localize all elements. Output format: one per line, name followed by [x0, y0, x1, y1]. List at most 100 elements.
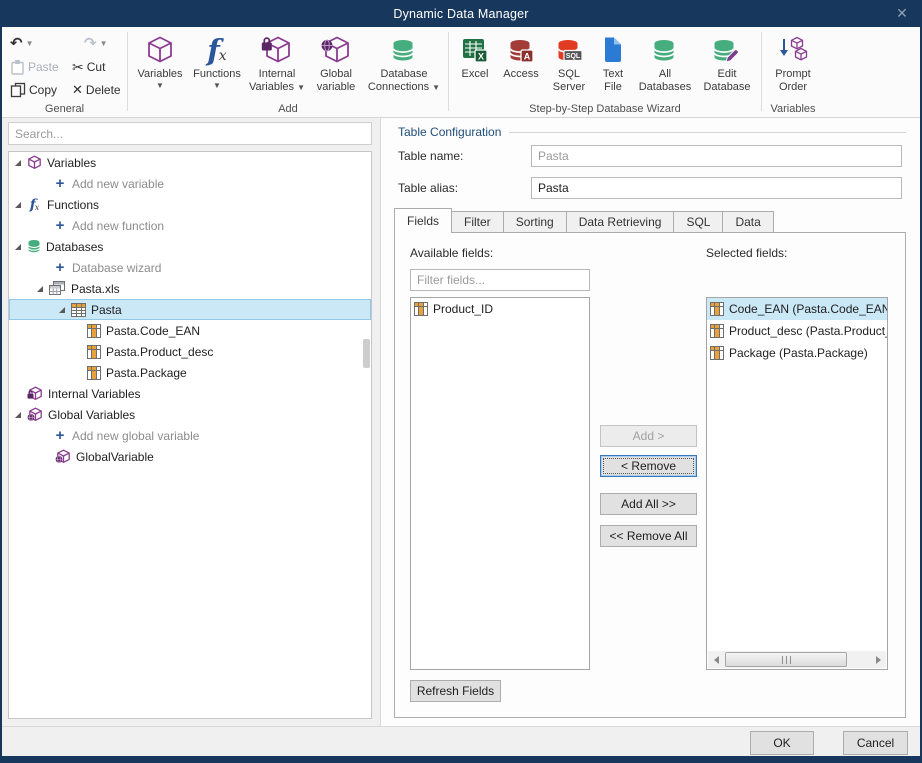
ribbon-sql-server-button[interactable]: SQL SQL Server [545, 33, 593, 94]
cancel-button[interactable]: Cancel [843, 731, 908, 755]
footer-bar: OK Cancel [2, 726, 920, 756]
database-icon [27, 239, 41, 254]
tree-item-functions[interactable]: fx Functions [9, 194, 371, 215]
ribbon-prompt-order-button[interactable]: Prompt Order [766, 33, 820, 94]
tree-item-add-new-variable[interactable]: + Add new variable [9, 173, 371, 194]
field-column-icon [87, 366, 101, 380]
scrollbar-grip [782, 656, 791, 664]
tree-item-database-wizard[interactable]: + Database wizard [9, 257, 371, 278]
field-column-icon [87, 345, 101, 359]
ribbon-group-wizard: X Excel A Access [449, 27, 761, 117]
available-fields-list: Product_ID [410, 297, 590, 670]
tree-item-pasta-code-ean[interactable]: Pasta.Code_EAN [9, 320, 371, 341]
ribbon-group-add: Variables ▼ fx Functions ▼ [128, 27, 448, 117]
filter-fields-input[interactable] [410, 269, 590, 291]
search-input[interactable] [8, 122, 372, 145]
list-item[interactable]: Product_desc (Pasta.Product_ [707, 320, 887, 342]
tree-item-add-new-global-variable[interactable]: + Add new global variable [9, 425, 371, 446]
navigation-tree: Variables + Add new variable fx Function… [8, 151, 372, 719]
add-button[interactable]: Add > [600, 425, 697, 447]
ribbon-database-connections-button[interactable]: Database Connections ▼ [364, 33, 444, 94]
expander-icon[interactable] [37, 286, 43, 292]
svg-text:A: A [523, 51, 530, 61]
table-tabs: Fields Filter Sorting Data Retrieving SQ… [394, 208, 774, 233]
copy-button[interactable]: Copy [10, 82, 72, 98]
ribbon-variables-button[interactable]: Variables ▼ [132, 33, 188, 90]
copy-label: Copy [29, 83, 57, 97]
undo-button[interactable]: ↶ ▼ [10, 37, 72, 51]
horizontal-scrollbar[interactable] [708, 651, 886, 668]
field-column-icon [414, 302, 428, 316]
ribbon-access-button[interactable]: A Access [497, 33, 545, 81]
list-item[interactable]: Product_ID [411, 298, 589, 320]
tree-item-pasta-xls[interactable]: Pasta.xls [9, 278, 371, 299]
group-label-wizard: Step-by-Step Database Wizard [449, 103, 761, 115]
internal-variable-icon [27, 386, 43, 401]
list-item[interactable]: Code_EAN (Pasta.Code_EAN) [707, 298, 887, 320]
paste-button[interactable]: Paste [10, 59, 72, 75]
tree-item-pasta-product-desc[interactable]: Pasta.Product_desc [9, 341, 371, 362]
tab-data[interactable]: Data [723, 211, 773, 233]
tree-item-global-variables[interactable]: Global Variables [9, 404, 371, 425]
copy-icon [10, 82, 26, 98]
ribbon-global-variable-button[interactable]: Global variable [308, 33, 364, 94]
excel-label: Excel [462, 68, 489, 81]
expander-icon[interactable] [15, 412, 21, 418]
scroll-right-icon[interactable] [870, 656, 886, 664]
expander-icon[interactable] [15, 202, 21, 208]
table-alias-input[interactable] [531, 177, 902, 199]
tree-item-pasta-package[interactable]: Pasta.Package [9, 362, 371, 383]
refresh-fields-button[interactable]: Refresh Fields [410, 680, 501, 702]
expander-icon[interactable] [15, 244, 21, 250]
svg-text:SQL: SQL [565, 53, 580, 60]
plus-icon: + [53, 219, 67, 233]
tab-fields[interactable]: Fields [394, 208, 452, 233]
tree-item-internal-variables[interactable]: Internal Variables [9, 383, 371, 404]
ribbon-edit-database-button[interactable]: Edit Database [697, 33, 757, 94]
group-label-add: Add [128, 103, 448, 115]
tab-filter[interactable]: Filter [452, 211, 504, 233]
dynamic-data-manager-window: Dynamic Data Manager ✕ ↶ ▼ ↷ ▼ Paste ✂ [0, 0, 922, 763]
spreadsheet-file-icon [49, 281, 66, 296]
tree-item-databases[interactable]: Databases [9, 236, 371, 257]
ribbon-text-file-button[interactable]: Text File [593, 33, 633, 94]
list-item[interactable]: Package (Pasta.Package) [707, 342, 887, 364]
table-name-input[interactable] [531, 145, 902, 167]
tab-data-retrieving[interactable]: Data Retrieving [567, 211, 675, 233]
expander-icon[interactable] [15, 160, 21, 166]
section-rule [509, 132, 906, 133]
tree-item-add-new-function[interactable]: + Add new function [9, 215, 371, 236]
scroll-left-icon[interactable] [708, 656, 724, 664]
ribbon-internal-variables-button[interactable]: Internal Variables ▼ [246, 33, 308, 94]
tree-item-globalvariable[interactable]: GlobalVariable [9, 446, 371, 467]
ribbon-excel-button[interactable]: X Excel [453, 33, 497, 81]
close-icon[interactable]: ✕ [892, 4, 912, 23]
ok-button[interactable]: OK [750, 731, 814, 755]
tab-sorting[interactable]: Sorting [504, 211, 567, 233]
remove-all-button[interactable]: << Remove All [600, 525, 697, 547]
fields-tab-panel: Available fields: Product_ID Add > < Rem… [394, 232, 906, 718]
field-column-icon [710, 346, 724, 360]
tree-item-pasta-table[interactable]: Pasta [9, 299, 371, 320]
functions-label: Functions [193, 68, 241, 81]
tree-item-variables[interactable]: Variables [9, 152, 371, 173]
ribbon-functions-button[interactable]: fx Functions ▼ [188, 33, 246, 90]
remove-button[interactable]: < Remove [600, 455, 697, 477]
selected-fields-list: Code_EAN (Pasta.Code_EAN) Product_desc (… [706, 297, 888, 670]
database-connections-label: Database Connections [368, 68, 429, 93]
internal-variable-icon [261, 35, 293, 65]
window-border-bottom [0, 756, 922, 763]
variable-cube-icon [27, 155, 42, 170]
add-all-button[interactable]: Add All >> [600, 493, 697, 515]
scrollbar-thumb[interactable] [725, 652, 847, 667]
delete-label: Delete [86, 83, 121, 97]
field-column-icon [710, 324, 724, 338]
tree-scrollbar-thumb[interactable] [363, 339, 370, 368]
ribbon: ↶ ▼ ↷ ▼ Paste ✂ Cut Copy [2, 27, 920, 118]
global-variable-icon [320, 35, 352, 65]
tab-sql[interactable]: SQL [674, 211, 723, 233]
all-databases-label: All Databases [634, 68, 696, 94]
expander-icon[interactable] [59, 307, 65, 313]
ribbon-all-databases-button[interactable]: All Databases [633, 33, 697, 94]
all-databases-icon [652, 36, 679, 64]
